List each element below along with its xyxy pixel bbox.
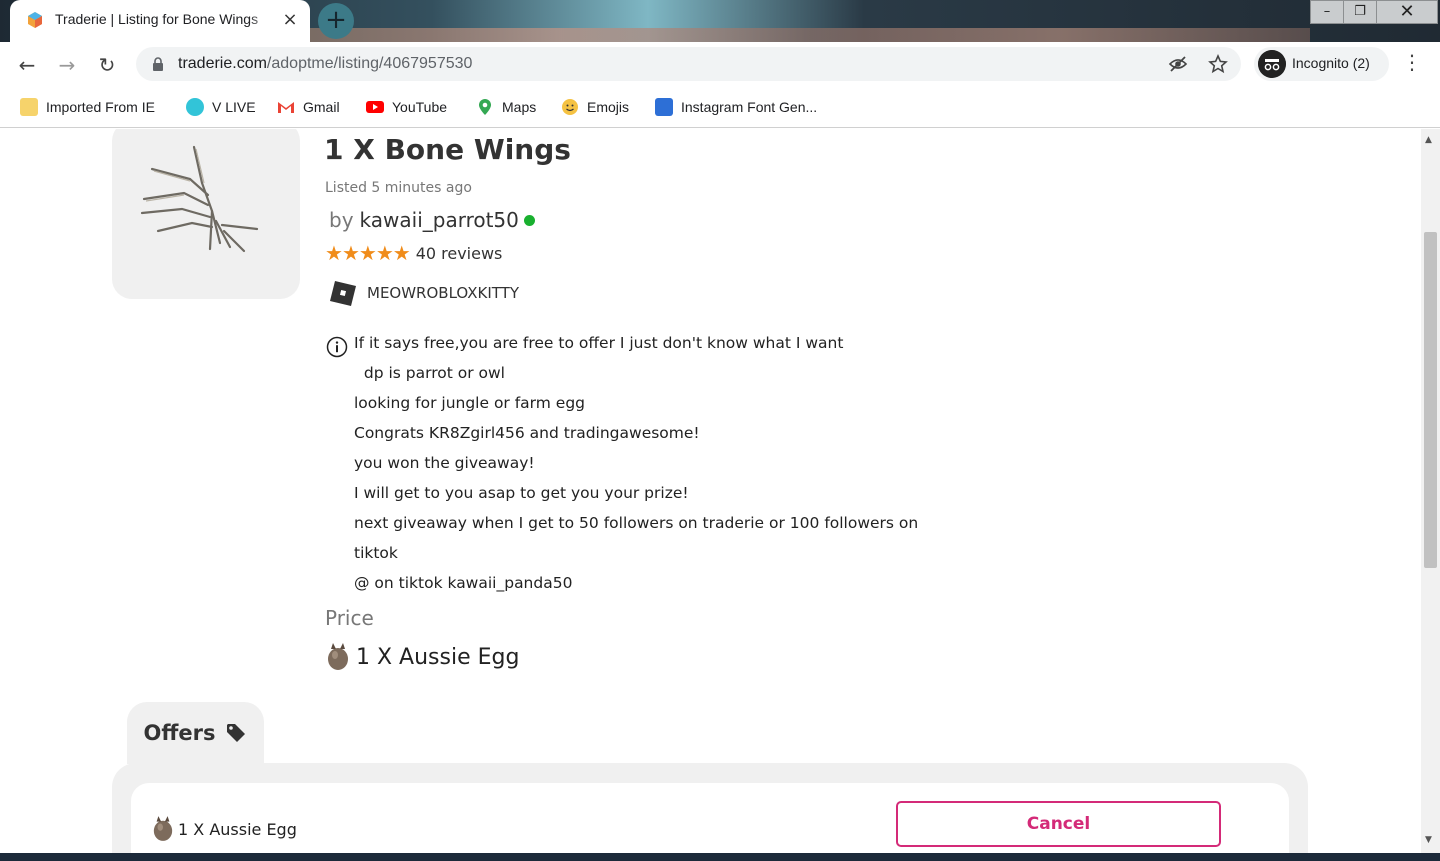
- tag-icon: [227, 724, 246, 742]
- tab-title: Traderie | Listing for Bone Wings: [55, 11, 259, 27]
- url-text[interactable]: traderie.com/adoptme/listing/4067957530: [178, 55, 472, 73]
- seller-username-link[interactable]: kawaii_parrot50: [360, 208, 519, 232]
- bookmark-label: Emojis: [587, 99, 630, 115]
- desktop-wallpaper: [310, 28, 1310, 42]
- listing-page: 1 X Bone Wings Listed 5 minutes ago by k…: [0, 129, 1421, 853]
- emoji-icon: [562, 99, 578, 115]
- star-icon: ★: [392, 241, 411, 265]
- new-tab-button[interactable]: +: [318, 3, 354, 39]
- offer-card: 1 X Aussie Egg Cancel: [131, 783, 1289, 853]
- bone-wings-image: [112, 129, 300, 299]
- bookmark-imported-from-ie[interactable]: Imported From IE: [20, 95, 155, 119]
- window-close-button[interactable]: ✕: [1376, 0, 1438, 24]
- window-restore-button[interactable]: ❐: [1343, 0, 1377, 24]
- folder-icon: [20, 98, 38, 116]
- listing-title: 1 X Bone Wings: [324, 133, 571, 166]
- roblox-icon: [330, 281, 356, 306]
- reviews-link[interactable]: 40 reviews: [416, 244, 503, 263]
- description-line: dp is parrot or owl: [354, 364, 505, 382]
- scroll-up-arrow-icon[interactable]: ▲: [1425, 135, 1432, 145]
- bookmark-maps[interactable]: Maps: [476, 95, 536, 119]
- description-line: tiktok: [354, 544, 398, 562]
- bookmark-label: Maps: [502, 99, 537, 115]
- tab-offers[interactable]: Offers: [127, 702, 264, 764]
- scroll-down-arrow-icon[interactable]: ▼: [1425, 835, 1432, 845]
- roblox-username-row: MEOWROBLOXKITTY: [329, 279, 519, 307]
- description-line: I will get to you asap to get you your p…: [354, 484, 689, 502]
- browser-toolbar: ← → ↻ traderie.com/adoptme/listing/40679…: [0, 42, 1440, 86]
- instagram-font-icon: [655, 98, 673, 116]
- browser-tab-active[interactable]: Traderie | Listing for Bone Wings ×: [10, 0, 310, 42]
- star-icon: ★: [375, 241, 394, 265]
- description-line: If it says free,you are free to offer I …: [354, 334, 844, 352]
- bookmark-instagram-font-gen[interactable]: Instagram Font Gen...: [655, 95, 817, 119]
- description-line: you won the giveaway!: [354, 454, 535, 472]
- gmail-icon: [278, 102, 294, 113]
- offers-tab-label: Offers: [143, 721, 216, 745]
- aussie-egg-icon: [328, 643, 348, 670]
- incognito-button[interactable]: Incognito (2): [1254, 47, 1389, 81]
- aussie-egg-icon: [153, 816, 173, 841]
- bookmark-label: Instagram Font Gen...: [681, 99, 818, 115]
- star-icon: ★: [358, 241, 377, 265]
- by-label: by: [329, 208, 354, 232]
- eye-off-icon[interactable]: [1168, 54, 1188, 74]
- price-label: Price: [325, 606, 374, 630]
- bookmark-gmail[interactable]: Gmail: [277, 95, 340, 119]
- bookmarks-bar: Imported From IE V LIVE Gmail YouTube Ma…: [0, 86, 1440, 128]
- incognito-label: Incognito (2): [1292, 55, 1370, 71]
- listed-time: Listed 5 minutes ago: [325, 180, 472, 196]
- browser-menu-icon[interactable]: ⋮: [1400, 50, 1424, 78]
- maps-icon: [479, 99, 491, 115]
- star-icon: ★: [325, 241, 343, 265]
- traderie-favicon-icon: [28, 12, 42, 28]
- description-line: Congrats KR8Zgirl456 and tradingawesome!: [354, 424, 700, 442]
- url-host: traderie.com: [178, 55, 267, 72]
- back-arrow-icon[interactable]: ←: [13, 51, 41, 79]
- browser-tabstrip: Traderie | Listing for Bone Wings × + – …: [0, 0, 1440, 42]
- address-bar[interactable]: traderie.com/adoptme/listing/4067957530: [136, 47, 1241, 81]
- bone-wings-icon: [140, 145, 259, 253]
- vlive-icon: [186, 98, 204, 116]
- forward-arrow-icon[interactable]: →: [53, 51, 81, 79]
- bookmark-label: Imported From IE: [46, 99, 155, 115]
- cancel-offer-button[interactable]: Cancel: [896, 801, 1221, 847]
- info-icon: [326, 336, 348, 358]
- price-item[interactable]: 1 X Aussie Egg: [326, 643, 519, 671]
- seller-line: by kawaii_parrot50: [329, 208, 535, 232]
- page-scrollbar[interactable]: ▲ ▼: [1421, 129, 1440, 853]
- bookmark-star-icon[interactable]: [1208, 54, 1228, 74]
- url-path: /adoptme/listing/4067957530: [266, 55, 473, 72]
- description-line: next giveaway when I get to 50 followers…: [354, 514, 919, 532]
- rating[interactable]: ★ ★ ★ ★ ★ 40 reviews: [325, 243, 502, 263]
- os-taskbar: [0, 853, 1440, 861]
- roblox-username: MEOWROBLOXKITTY: [367, 284, 520, 302]
- bookmark-label: YouTube: [392, 99, 448, 115]
- incognito-icon: [1258, 50, 1286, 78]
- youtube-icon: [366, 101, 384, 113]
- window-minimize-button[interactable]: –: [1310, 0, 1344, 24]
- reload-icon[interactable]: ↻: [93, 51, 121, 79]
- star-icon: ★: [341, 241, 360, 265]
- offer-item-label: 1 X Aussie Egg: [178, 819, 297, 839]
- bookmark-v-live[interactable]: V LIVE: [186, 95, 256, 119]
- online-status-dot: [523, 214, 535, 226]
- bookmark-label: Gmail: [303, 99, 340, 115]
- offer-item: 1 X Aussie Egg: [152, 816, 297, 842]
- lock-icon[interactable]: [152, 57, 164, 71]
- bookmark-youtube[interactable]: YouTube: [366, 95, 447, 119]
- tab-close-icon[interactable]: ×: [280, 9, 300, 31]
- offers-panel: 1 X Aussie Egg Cancel: [112, 763, 1308, 853]
- bookmark-label: V LIVE: [212, 99, 256, 115]
- bookmark-emojis[interactable]: Emojis: [561, 95, 629, 119]
- description-line: @ on tiktok kawaii_panda50: [354, 574, 573, 592]
- price-item-label: 1 X Aussie Egg: [356, 644, 520, 670]
- description-line: looking for jungle or farm egg: [354, 394, 586, 412]
- scrollbar-thumb[interactable]: [1424, 232, 1437, 568]
